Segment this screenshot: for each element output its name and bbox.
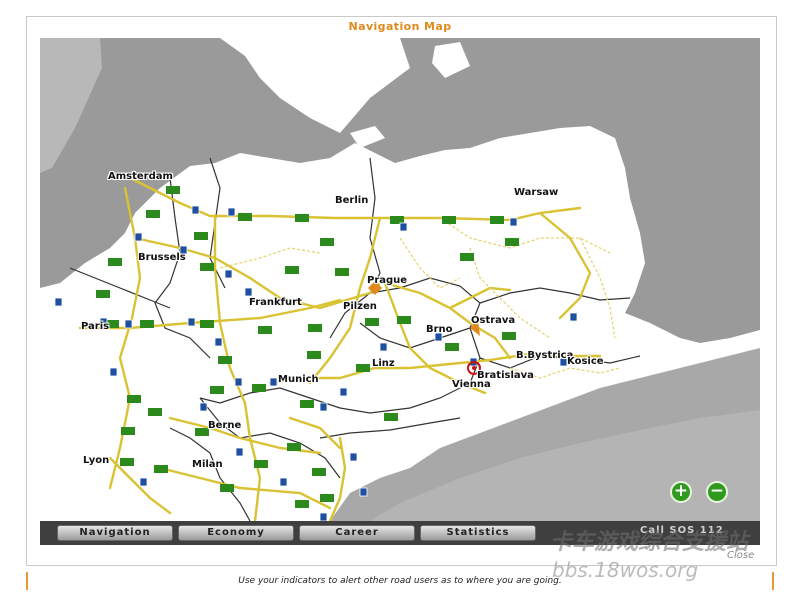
watermark-text: 卡车游戏综合支援站 xyxy=(550,530,749,555)
window-title: Navigation Map xyxy=(348,20,452,33)
navigation-map[interactable]: Amsterdam Berlin Warsaw Brussels Prague … xyxy=(40,38,760,521)
city-paris[interactable]: Paris xyxy=(81,321,109,332)
tab-navigation[interactable]: Navigation xyxy=(57,525,173,541)
city-frankfurt[interactable]: Frankfurt xyxy=(249,297,302,308)
city-berne[interactable]: Berne xyxy=(208,420,241,431)
city-amsterdam[interactable]: Amsterdam xyxy=(108,171,173,182)
city-ostrava[interactable]: Ostrava xyxy=(471,315,515,326)
city-brno[interactable]: Brno xyxy=(426,324,453,335)
city-linz[interactable]: Linz xyxy=(372,358,395,369)
close-button[interactable]: Close xyxy=(727,550,754,561)
island-2 xyxy=(432,42,470,78)
uk-landmass xyxy=(40,38,102,173)
city-kosice[interactable]: Kosice xyxy=(567,356,604,367)
city-warsaw[interactable]: Warsaw xyxy=(514,187,558,198)
city-bbystrica[interactable]: B.Bystrica xyxy=(516,350,573,361)
city-brussels[interactable]: Brussels xyxy=(138,252,186,263)
scandinavia-landmass xyxy=(220,38,410,133)
city-munich[interactable]: Munich xyxy=(278,374,319,385)
tab-statistics[interactable]: Statistics xyxy=(420,525,536,541)
city-milan[interactable]: Milan xyxy=(192,459,223,470)
tab-career[interactable]: Career xyxy=(299,525,415,541)
zoom-in-button[interactable]: + xyxy=(670,481,692,503)
city-vienna[interactable]: Vienna xyxy=(452,379,491,390)
city-lyon[interactable]: Lyon xyxy=(83,455,109,466)
hint-bar: Use your indicators to alert other road … xyxy=(26,572,774,590)
city-pilzen[interactable]: Pilzen xyxy=(343,301,377,312)
city-prague[interactable]: Prague xyxy=(367,275,407,286)
zoom-out-button[interactable]: − xyxy=(706,481,728,503)
tab-economy[interactable]: Economy xyxy=(178,525,294,541)
city-berlin[interactable]: Berlin xyxy=(335,195,368,206)
